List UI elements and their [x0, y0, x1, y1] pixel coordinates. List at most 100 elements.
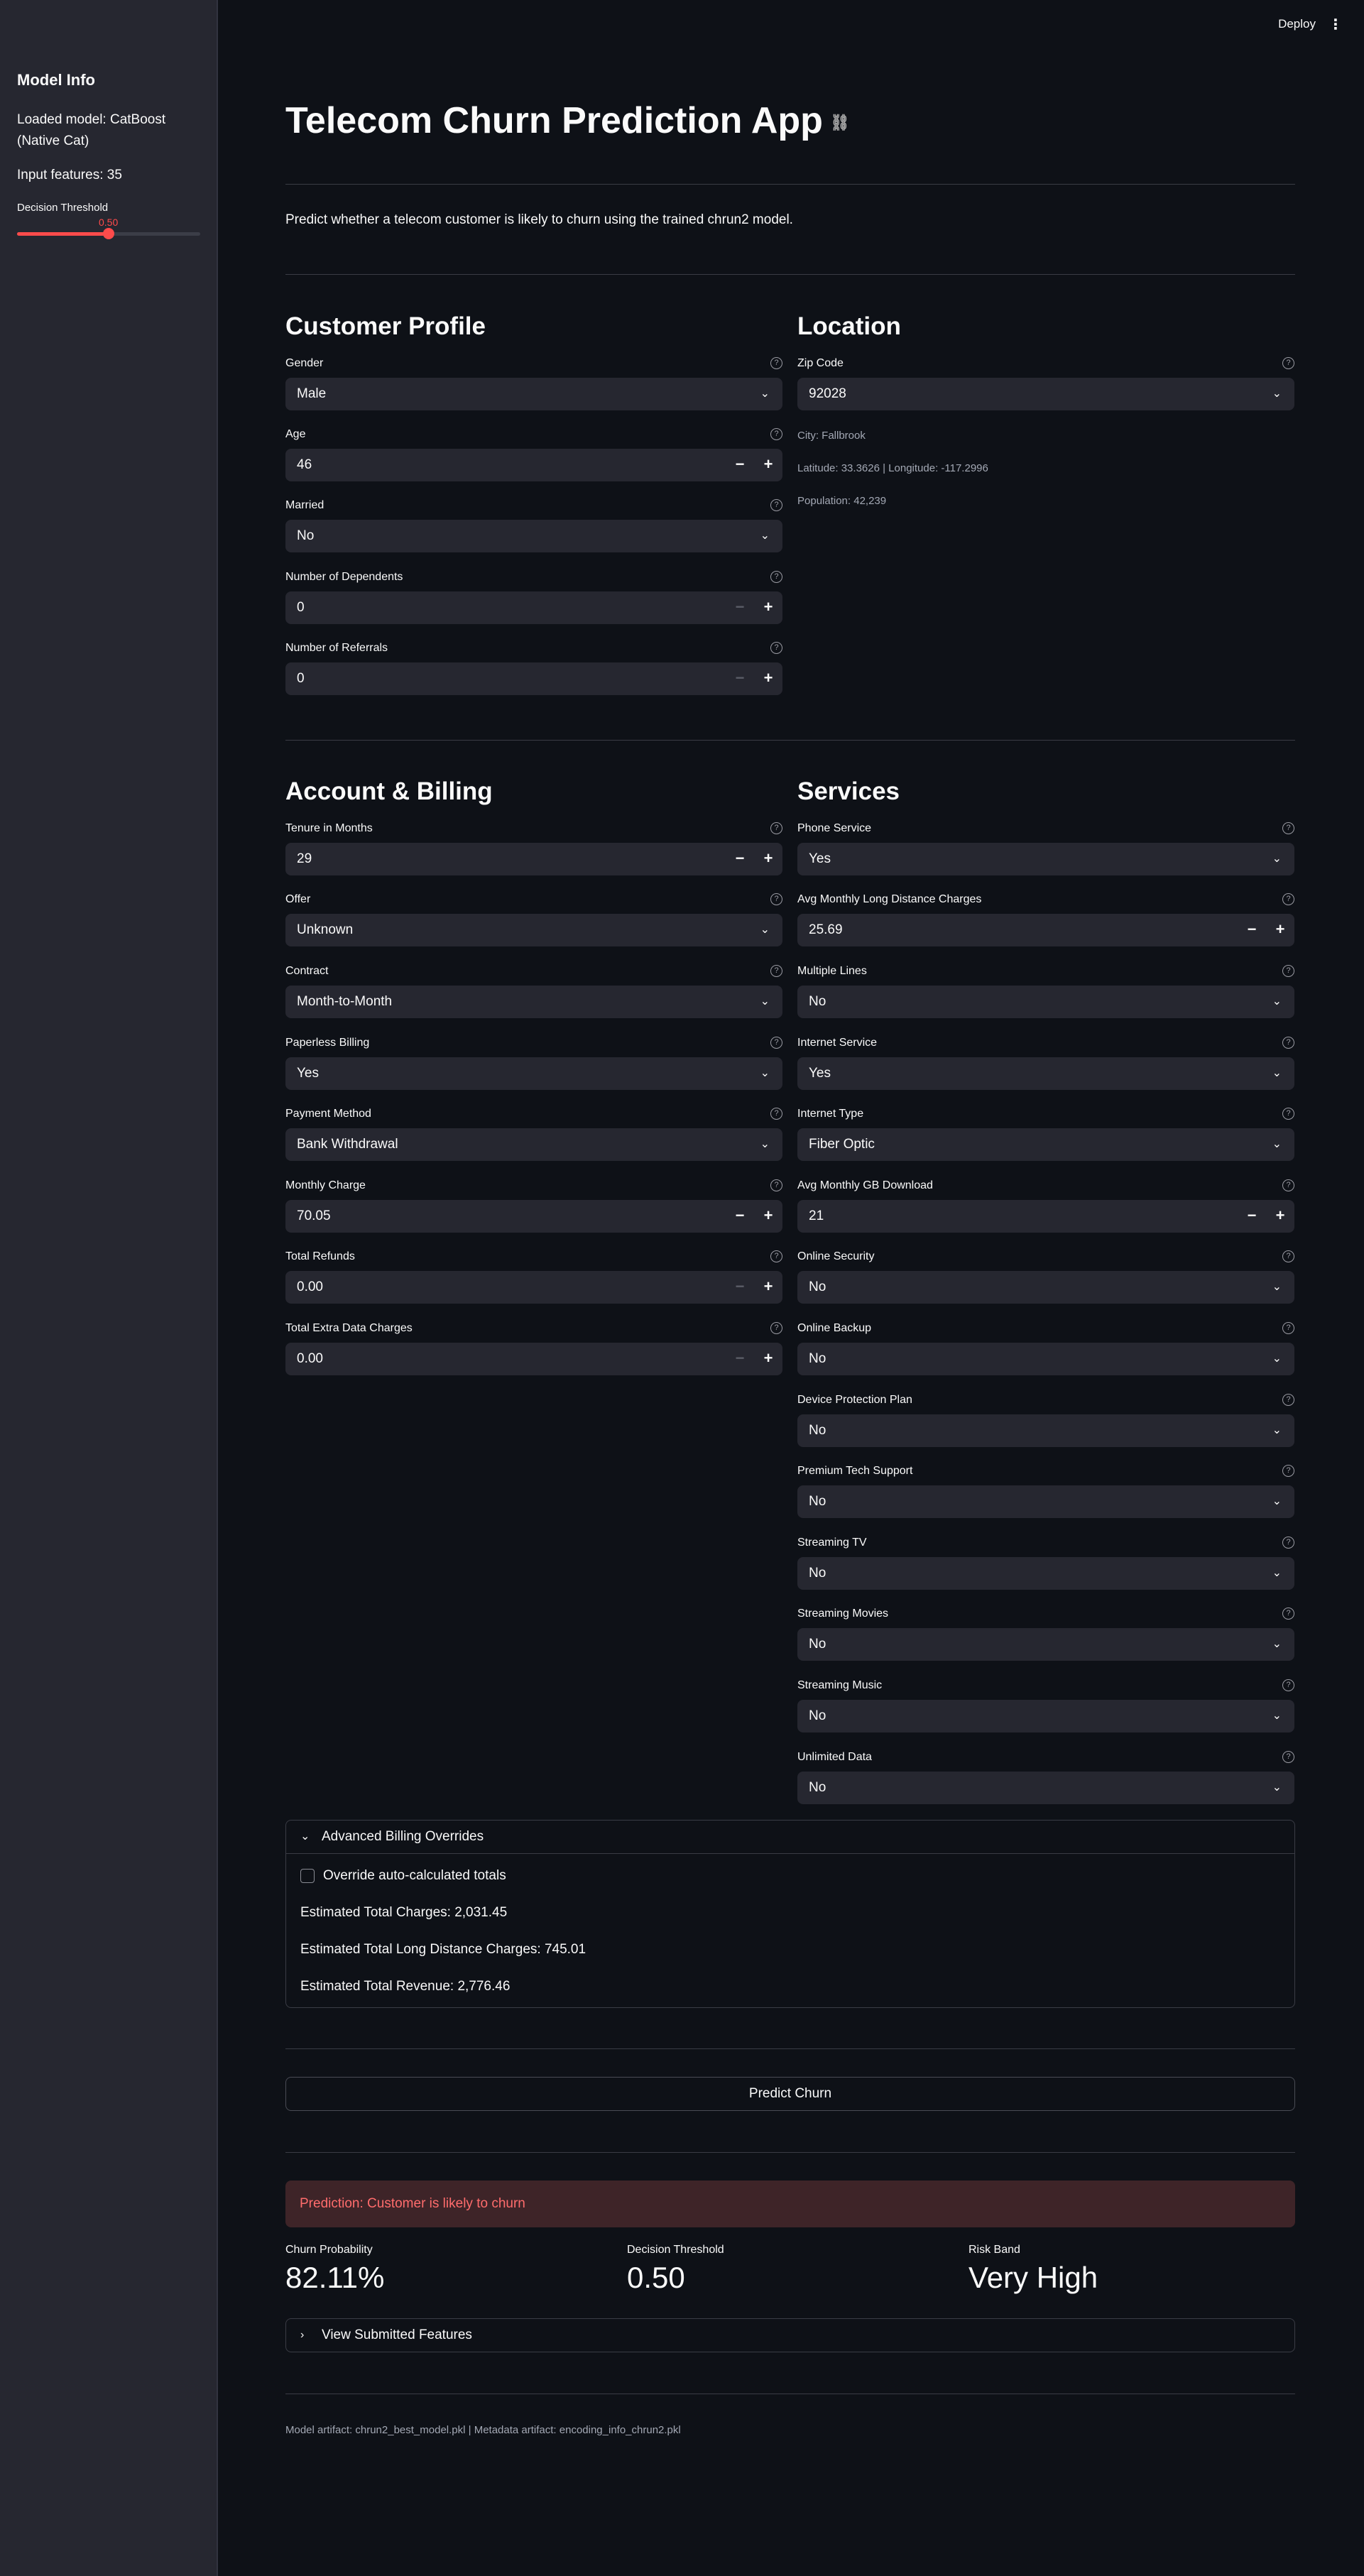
- help-icon[interactable]: ?: [1282, 1465, 1294, 1477]
- zip-select[interactable]: 92028 ⌄: [797, 378, 1294, 410]
- increment-button[interactable]: +: [754, 843, 782, 875]
- payment-select[interactable]: Bank Withdrawal ⌄: [285, 1128, 782, 1161]
- increment-button[interactable]: +: [1266, 1200, 1294, 1233]
- streaming-movies-select[interactable]: No ⌄: [797, 1628, 1294, 1661]
- married-select[interactable]: No ⌄: [285, 520, 782, 552]
- extra-data-input[interactable]: 0.00 − +: [285, 1343, 782, 1375]
- zip-field: Zip Code? 92028 ⌄: [797, 357, 1294, 410]
- help-icon[interactable]: ?: [770, 1322, 782, 1334]
- increment-button[interactable]: +: [754, 1200, 782, 1233]
- long-distance-input[interactable]: 25.69 − +: [797, 914, 1294, 946]
- help-icon[interactable]: ?: [1282, 1250, 1294, 1262]
- help-icon[interactable]: ?: [770, 1250, 782, 1262]
- offer-field: Offer? Unknown ⌄: [285, 893, 782, 946]
- decrement-button[interactable]: −: [726, 1271, 754, 1304]
- decrement-button[interactable]: −: [726, 662, 754, 695]
- increment-button[interactable]: +: [754, 449, 782, 481]
- deploy-button[interactable]: Deploy: [1278, 17, 1316, 31]
- decrement-button[interactable]: −: [726, 843, 754, 875]
- divider: [285, 740, 1295, 741]
- help-icon[interactable]: ?: [770, 499, 782, 511]
- decrement-button[interactable]: −: [726, 1200, 754, 1233]
- referrals-input[interactable]: 0 − +: [285, 662, 782, 695]
- city-text: City: Fallbrook: [797, 430, 866, 442]
- gender-select-value: Male: [297, 386, 327, 401]
- chevron-down-icon: ⌄: [760, 995, 770, 1008]
- link-icon[interactable]: ⛓: [830, 114, 850, 131]
- unlimited-data-select[interactable]: No ⌄: [797, 1772, 1294, 1804]
- help-icon[interactable]: ?: [1282, 1751, 1294, 1763]
- age-label: Age: [285, 428, 306, 440]
- increment-button[interactable]: +: [1266, 914, 1294, 946]
- help-icon[interactable]: ?: [1282, 1037, 1294, 1049]
- threshold-slider-handle[interactable]: [103, 228, 114, 239]
- help-icon[interactable]: ?: [770, 571, 782, 583]
- help-icon[interactable]: ?: [1282, 1108, 1294, 1120]
- offer-select[interactable]: Unknown ⌄: [285, 914, 782, 946]
- help-icon[interactable]: ?: [1282, 1608, 1294, 1620]
- help-icon[interactable]: ?: [1282, 1322, 1294, 1334]
- submitted-features-header[interactable]: › View Submitted Features: [286, 2319, 1294, 2352]
- help-icon[interactable]: ?: [770, 822, 782, 834]
- help-icon[interactable]: ?: [1282, 1394, 1294, 1406]
- paperless-select[interactable]: Yes ⌄: [285, 1057, 782, 1090]
- chevron-down-icon: ⌄: [1272, 1781, 1282, 1794]
- increment-button[interactable]: +: [754, 1343, 782, 1375]
- multiple-lines-select[interactable]: No ⌄: [797, 986, 1294, 1018]
- decrement-button[interactable]: −: [726, 1343, 754, 1375]
- help-icon[interactable]: ?: [1282, 1679, 1294, 1691]
- decrement-button[interactable]: −: [1238, 1200, 1266, 1233]
- extra-data-field: Total Extra Data Charges? 0.00 − +: [285, 1322, 782, 1375]
- help-icon[interactable]: ?: [1282, 893, 1294, 905]
- help-icon[interactable]: ?: [770, 965, 782, 977]
- refunds-input[interactable]: 0.00 − +: [285, 1271, 782, 1304]
- predict-churn-button[interactable]: Predict Churn: [285, 2077, 1295, 2111]
- advanced-billing-header[interactable]: ⌄ Advanced Billing Overrides: [286, 1821, 1294, 1853]
- override-checkbox-row[interactable]: Override auto-calculated totals: [300, 1868, 1280, 1884]
- phone-service-select[interactable]: Yes ⌄: [797, 843, 1294, 875]
- help-icon[interactable]: ?: [770, 428, 782, 440]
- help-icon[interactable]: ?: [1282, 1537, 1294, 1549]
- streaming-music-select[interactable]: No ⌄: [797, 1700, 1294, 1732]
- tenure-input[interactable]: 29 − +: [285, 843, 782, 875]
- help-icon[interactable]: ?: [770, 893, 782, 905]
- override-checkbox[interactable]: [300, 1869, 315, 1883]
- help-icon[interactable]: ?: [770, 1108, 782, 1120]
- chevron-down-icon: ⌄: [760, 530, 770, 542]
- increment-button[interactable]: +: [754, 662, 782, 695]
- internet-type-select[interactable]: Fiber Optic ⌄: [797, 1128, 1294, 1161]
- main-menu-icon[interactable]: ⋮: [1328, 16, 1343, 33]
- tech-support-label: Premium Tech Support: [797, 1465, 913, 1477]
- chevron-down-icon: ⌄: [1272, 1638, 1282, 1650]
- internet-service-select[interactable]: Yes ⌄: [797, 1057, 1294, 1090]
- help-icon[interactable]: ?: [770, 1179, 782, 1191]
- threshold-slider[interactable]: [17, 228, 200, 239]
- help-icon[interactable]: ?: [770, 1037, 782, 1049]
- increment-button[interactable]: +: [754, 591, 782, 624]
- help-icon[interactable]: ?: [1282, 357, 1294, 369]
- gender-select[interactable]: Male ⌄: [285, 378, 782, 410]
- decrement-button[interactable]: −: [726, 591, 754, 624]
- monthly-charge-input[interactable]: 70.05 − +: [285, 1200, 782, 1233]
- help-icon[interactable]: ?: [770, 642, 782, 654]
- increment-button[interactable]: +: [754, 1271, 782, 1304]
- help-icon[interactable]: ?: [1282, 1179, 1294, 1191]
- help-icon[interactable]: ?: [1282, 822, 1294, 834]
- decrement-button[interactable]: −: [726, 449, 754, 481]
- help-icon[interactable]: ?: [770, 357, 782, 369]
- streaming-tv-select[interactable]: No ⌄: [797, 1557, 1294, 1590]
- online-security-select[interactable]: No ⌄: [797, 1271, 1294, 1304]
- contract-select[interactable]: Month-to-Month ⌄: [285, 986, 782, 1018]
- unlimited-data-field: Unlimited Data? No ⌄: [797, 1751, 1294, 1804]
- help-icon[interactable]: ?: [1282, 965, 1294, 977]
- tenure-value: 29: [297, 851, 312, 866]
- device-protection-select[interactable]: No ⌄: [797, 1414, 1294, 1447]
- chevron-right-icon: ›: [300, 2329, 305, 2341]
- tech-support-select[interactable]: No ⌄: [797, 1485, 1294, 1518]
- population-text: Population: 42,239: [797, 495, 887, 507]
- dependents-input[interactable]: 0 − +: [285, 591, 782, 624]
- gb-download-input[interactable]: 21 − +: [797, 1200, 1294, 1233]
- decrement-button[interactable]: −: [1238, 914, 1266, 946]
- online-backup-select[interactable]: No ⌄: [797, 1343, 1294, 1375]
- age-input[interactable]: 46 − +: [285, 449, 782, 481]
